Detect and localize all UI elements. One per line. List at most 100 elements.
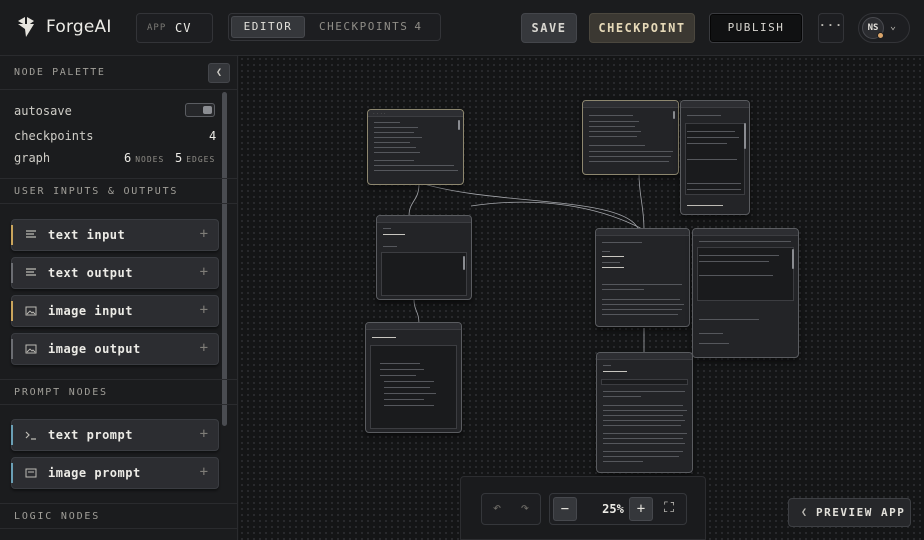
graph-node[interactable]: · · · · [367,109,464,185]
text-line [384,393,436,394]
sidebar-scrollbar[interactable] [222,92,227,426]
publish-button[interactable]: PUBLISH [709,13,803,43]
node-header [693,229,798,236]
graph-node[interactable] [680,100,750,215]
chevron-down-icon: ⌄ [890,21,897,32]
add-icon[interactable]: + [200,226,208,242]
text-line [699,333,723,334]
zoom-out-button[interactable]: − [553,497,577,521]
text-line [380,375,416,376]
graph-node[interactable] [365,322,462,433]
accent-bar [11,301,13,321]
text-line [384,387,430,388]
toggle-knob [203,106,212,114]
image-icon [25,344,37,354]
section-logic-nodes: LOGIC NODES [0,503,237,529]
node-header [596,229,689,236]
edge [408,183,420,217]
text-line [374,132,414,133]
more-menu-button[interactable]: ··· [818,13,844,43]
graph-node[interactable] [595,228,690,327]
fit-screen-button[interactable]: ⛶ [657,497,681,521]
view-tabs: EDITOR CHECKPOINTS 4 [228,13,441,41]
palette-item-label: text output [48,266,133,280]
section-user-io: USER INPUTS & OUTPUTS [0,178,237,204]
undo-button[interactable]: ↶ [485,497,509,521]
autosave-label: autosave [14,104,72,118]
brand-name: ForgeAI [46,17,112,37]
edge [413,299,420,325]
palette-item-text-prompt[interactable]: text prompt + [11,419,219,451]
text-line [374,122,400,123]
node-header [583,101,678,108]
palette-item-image-output[interactable]: image output + [11,333,219,365]
text-line [374,165,454,166]
checkpoint-button[interactable]: CHECKPOINT [589,13,695,43]
add-icon[interactable]: + [200,302,208,318]
preview-app-button[interactable]: ❮ PREVIEW APP [788,498,911,527]
text-line [603,456,679,457]
palette-item-text-input[interactable]: text input + [11,219,219,251]
text-line [687,159,737,160]
text-line [384,399,424,400]
palette-item-text-output[interactable]: text output + [11,257,219,289]
text-line [603,425,681,426]
edges-unit: EDGES [186,155,216,164]
graph-node[interactable] [582,100,679,175]
sidebar-header: NODE PALETTE ❮ [0,56,237,90]
zoom-toolbar: ↶ ↷ − + ⛶ 25% [460,476,706,540]
zoom-level: 25% [602,502,624,516]
node-scrollbar[interactable] [673,111,675,119]
text-lines-icon [26,268,36,276]
graph-node[interactable] [596,352,693,473]
palette-item-image-input[interactable]: image input + [11,295,219,327]
app-selector[interactable]: APP CV [136,13,213,43]
user-menu[interactable]: NS ⌄ [858,13,910,43]
node-scrollbar[interactable] [792,249,794,269]
undo-icon: ↶ [492,500,502,516]
edges-count: 5 [175,151,183,165]
slider-track[interactable] [687,205,723,206]
graph-label: graph [14,151,51,165]
palette-item-image-prompt[interactable]: image prompt + [11,457,219,489]
add-icon[interactable]: + [200,426,208,442]
text-line [602,299,680,300]
tab-checkpoints[interactable]: CHECKPOINTS 4 [319,20,422,33]
node-scrollbar[interactable] [458,120,460,130]
autosave-toggle[interactable] [185,103,215,117]
node-scrollbar[interactable] [463,256,465,270]
tab-editor[interactable]: EDITOR [231,16,305,38]
text-line [687,131,735,132]
palette-item-label: text input [48,228,126,242]
graph-canvas[interactable]: · · · · [239,56,924,540]
preview-app-label: PREVIEW APP [816,506,906,519]
tab-checkpoints-count: 4 [414,20,423,33]
add-icon[interactable]: + [200,264,208,280]
add-icon[interactable]: + [200,340,208,356]
text-line [383,228,391,229]
accent-bar [11,425,13,445]
text-line [602,309,682,310]
text-line [699,343,729,344]
text-line [602,314,678,315]
node-code-panel [381,252,467,296]
palette-item-label: image prompt [48,466,141,480]
text-line [687,137,739,138]
text-line [589,115,633,116]
add-icon[interactable]: + [200,464,208,480]
palette-item-label: text prompt [48,428,133,442]
node-title-line [603,371,627,372]
graph-node[interactable] [692,228,799,358]
redo-button[interactable]: ↷ [513,497,537,521]
graph-node[interactable] [376,215,472,300]
node-scrollbar[interactable] [744,123,746,149]
collapse-sidebar-button[interactable]: ❮ [208,63,230,83]
text-line [687,115,721,116]
text-line [687,183,741,184]
app-label: APP [147,23,167,33]
save-button[interactable]: SAVE [521,13,577,43]
text-line [603,410,687,411]
graph-edges: 5 EDGES [175,151,215,165]
node-header [377,216,471,223]
section-label: LOGIC NODES [14,511,101,522]
